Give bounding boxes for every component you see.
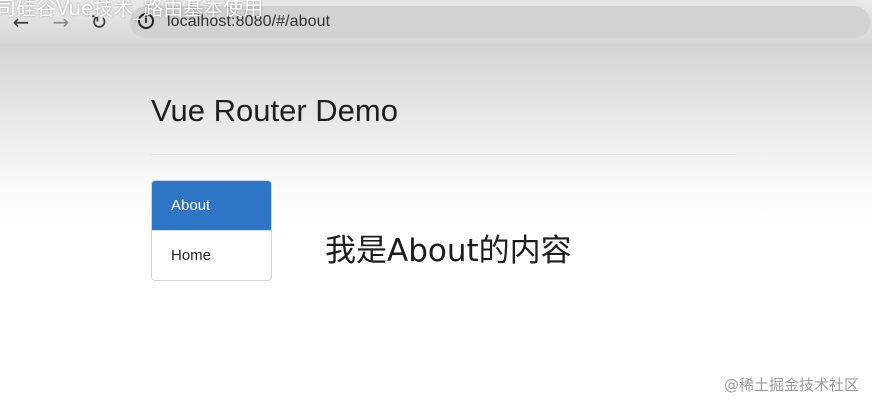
page-title: Vue Router Demo — [151, 93, 398, 128]
header-divider — [151, 154, 736, 155]
router-nav: About Home — [151, 180, 272, 281]
router-view-content: 我是About的内容 — [325, 233, 572, 269]
nav-link-home[interactable]: Home — [152, 230, 271, 280]
nav-link-about[interactable]: About — [152, 181, 271, 230]
video-title-overlay: 司硅谷Vue技术_路由基本使用 — [0, 0, 264, 20]
watermark: @稀土掘金技术社区 — [723, 376, 859, 394]
page-content: Vue Router Demo About Home 我是About的内容 — [0, 44, 872, 409]
